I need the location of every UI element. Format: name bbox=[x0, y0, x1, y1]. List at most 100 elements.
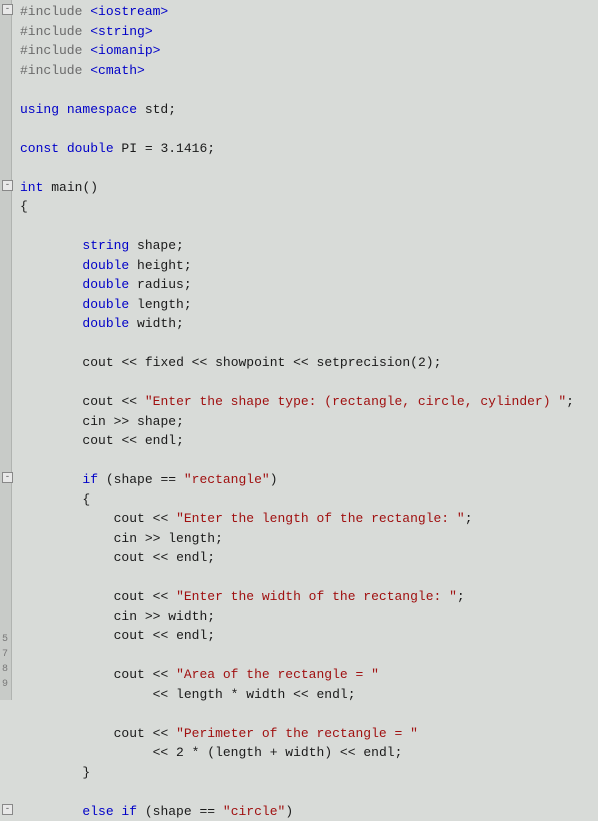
token-ident: shape bbox=[137, 238, 176, 253]
token-op: << bbox=[145, 745, 176, 760]
code-line[interactable] bbox=[20, 704, 598, 724]
code-line[interactable]: const double PI = 3.1416; bbox=[20, 139, 598, 159]
line-number: 9 bbox=[2, 677, 8, 692]
code-line[interactable]: << length * width << endl; bbox=[20, 685, 598, 705]
code-line[interactable]: { bbox=[20, 490, 598, 510]
code-line[interactable] bbox=[20, 217, 598, 237]
token-str: "Enter the length of the rectangle: " bbox=[176, 511, 465, 526]
token-punc: { bbox=[20, 199, 28, 214]
code-line[interactable]: cout << endl; bbox=[20, 431, 598, 451]
token-op: << bbox=[285, 687, 316, 702]
code-line[interactable]: #include <cmath> bbox=[20, 61, 598, 81]
token-str: "Perimeter of the rectangle = " bbox=[176, 726, 418, 741]
token-ident: cin bbox=[114, 531, 137, 546]
token-punc: ; bbox=[395, 745, 403, 760]
token-punc: ; bbox=[207, 550, 215, 565]
code-editor[interactable]: -#include <iostream>#include <string>#in… bbox=[0, 0, 598, 821]
code-line[interactable]: - else if (shape == "circle") bbox=[20, 802, 598, 821]
token-ident: width bbox=[285, 745, 324, 760]
code-line[interactable]: cin >> width; bbox=[20, 607, 598, 627]
code-line[interactable]: cin >> shape; bbox=[20, 412, 598, 432]
code-line[interactable]: cout << "Area of the rectangle = " bbox=[20, 665, 598, 685]
fold-toggle-icon[interactable]: - bbox=[2, 180, 13, 191]
token-ident: cin bbox=[82, 414, 105, 429]
code-line[interactable] bbox=[20, 119, 598, 139]
code-line[interactable] bbox=[20, 568, 598, 588]
token-ident: length bbox=[168, 531, 215, 546]
code-line[interactable]: cout << "Enter the shape type: (rectangl… bbox=[20, 392, 598, 412]
token-kw: double bbox=[67, 141, 122, 156]
gutter bbox=[0, 0, 12, 700]
code-line[interactable]: using namespace std; bbox=[20, 100, 598, 120]
code-line[interactable]: - if (shape == "rectangle") bbox=[20, 470, 598, 490]
token-ident: showpoint bbox=[215, 355, 285, 370]
token-ident: setprecision bbox=[317, 355, 411, 370]
code-line[interactable] bbox=[20, 334, 598, 354]
token-pp-angle: <string> bbox=[90, 24, 152, 39]
token-ident: length bbox=[215, 745, 262, 760]
code-line[interactable]: cout << endl; bbox=[20, 548, 598, 568]
token-op: << bbox=[145, 667, 176, 682]
token-ident: fixed bbox=[145, 355, 184, 370]
token-pp: #include bbox=[20, 24, 90, 39]
code-line[interactable]: cout << endl; bbox=[20, 626, 598, 646]
token-ident: cout bbox=[82, 355, 113, 370]
code-line[interactable]: double length; bbox=[20, 295, 598, 315]
token-punc: ; bbox=[566, 394, 574, 409]
token-op: >> bbox=[137, 609, 168, 624]
code-line[interactable]: { bbox=[20, 197, 598, 217]
fold-toggle-icon[interactable]: - bbox=[2, 4, 13, 15]
token-punc: ; bbox=[176, 433, 184, 448]
code-line[interactable] bbox=[20, 158, 598, 178]
token-pp-angle: <iomanip> bbox=[90, 43, 160, 58]
token-op: << bbox=[285, 355, 316, 370]
code-line[interactable]: cout << "Perimeter of the rectangle = " bbox=[20, 724, 598, 744]
code-line[interactable] bbox=[20, 782, 598, 802]
token-ident: width bbox=[137, 316, 176, 331]
token-kw: double bbox=[82, 316, 137, 331]
code-line[interactable]: cout << "Enter the length of the rectang… bbox=[20, 509, 598, 529]
code-line[interactable] bbox=[20, 646, 598, 666]
code-line[interactable] bbox=[20, 373, 598, 393]
fold-toggle-icon[interactable]: - bbox=[2, 804, 13, 815]
code-line[interactable]: << 2 * (length + width) << endl; bbox=[20, 743, 598, 763]
token-ident: shape bbox=[137, 414, 176, 429]
token-op: << bbox=[114, 355, 145, 370]
code-line[interactable]: double height; bbox=[20, 256, 598, 276]
code-line[interactable]: double radius; bbox=[20, 275, 598, 295]
token-punc: ; bbox=[348, 687, 356, 702]
code-line[interactable]: #include <string> bbox=[20, 22, 598, 42]
code-line[interactable]: -int main() bbox=[20, 178, 598, 198]
token-op: << bbox=[114, 394, 145, 409]
token-str: "Enter the width of the rectangle: " bbox=[176, 589, 457, 604]
code-line[interactable] bbox=[20, 80, 598, 100]
token-pp: #include bbox=[20, 43, 90, 58]
code-line[interactable]: cin >> length; bbox=[20, 529, 598, 549]
token-ident: cout bbox=[82, 433, 113, 448]
token-str: "Enter the shape type: (rectangle, circl… bbox=[145, 394, 566, 409]
token-pp: #include bbox=[20, 63, 90, 78]
code-line[interactable]: string shape; bbox=[20, 236, 598, 256]
code-line[interactable]: cout << fixed << showpoint << setprecisi… bbox=[20, 353, 598, 373]
code-line[interactable]: #include <iomanip> bbox=[20, 41, 598, 61]
token-op: * bbox=[223, 687, 246, 702]
code-line[interactable]: cout << "Enter the width of the rectangl… bbox=[20, 587, 598, 607]
code-line[interactable] bbox=[20, 451, 598, 471]
token-punc: () bbox=[82, 180, 98, 195]
token-punc: ( bbox=[207, 745, 215, 760]
token-num: 2 bbox=[176, 745, 184, 760]
fold-toggle-icon[interactable]: - bbox=[2, 472, 13, 483]
code-line[interactable]: double width; bbox=[20, 314, 598, 334]
token-str: "Area of the rectangle = " bbox=[176, 667, 379, 682]
code-line[interactable]: -#include <iostream> bbox=[20, 2, 598, 22]
token-ident: width bbox=[246, 687, 285, 702]
token-pp: #include bbox=[20, 4, 90, 19]
token-op: == bbox=[153, 472, 184, 487]
token-punc: ; bbox=[184, 277, 192, 292]
token-op: == bbox=[192, 804, 223, 819]
token-punc: ) bbox=[270, 472, 278, 487]
code-line[interactable]: } bbox=[20, 763, 598, 783]
token-op: << bbox=[145, 589, 176, 604]
token-punc: ; bbox=[184, 297, 192, 312]
token-op: >> bbox=[106, 414, 137, 429]
